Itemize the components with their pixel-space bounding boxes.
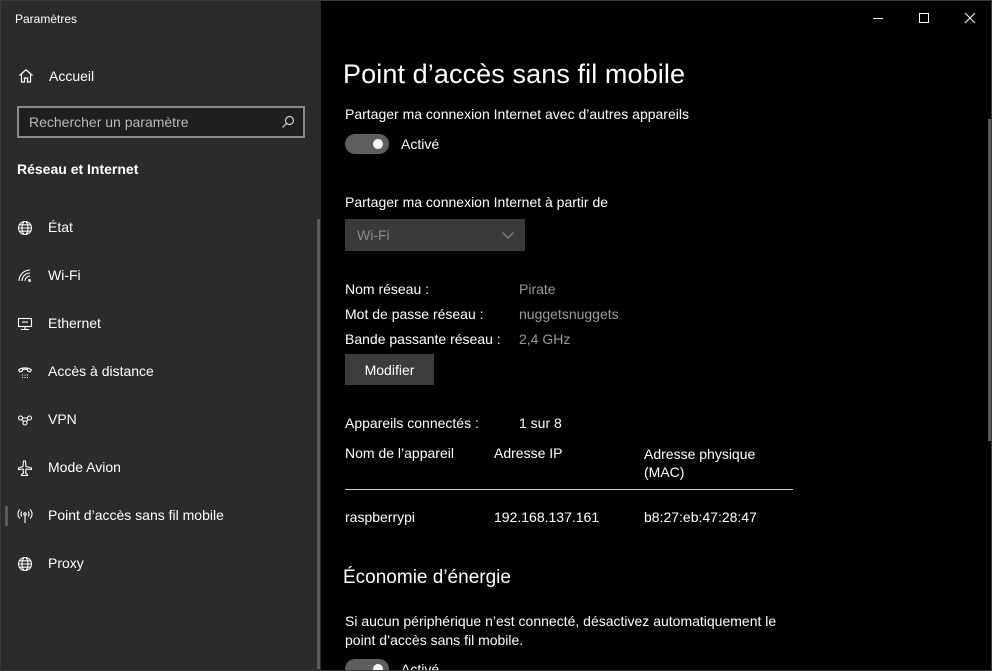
home-icon [19,69,33,83]
share-from-label: Partager ma connexion Internet à partir … [345,194,609,210]
main-scrollbar[interactable] [988,119,991,441]
energy-description: Si aucun périphérique n’est connecté, dé… [345,613,777,648]
globe-icon [17,556,33,572]
sidebar-item-point-acces[interactable]: Point d’accès sans fil mobile [1,496,315,536]
hotspot-icon [17,509,33,523]
sidebar-home-label: Accueil [49,68,95,84]
sidebar-item-ethernet[interactable]: Ethernet [1,304,315,344]
sidebar-item-mode-avion[interactable]: Mode Avion [1,448,315,488]
share-toggle[interactable] [345,134,389,154]
energy-title: Économie d’énergie [343,567,511,588]
sidebar-item-label: État [48,219,73,235]
sidebar-home[interactable]: Accueil [1,59,321,93]
network-name-value: Pirate [519,281,556,297]
device-ip: 192.168.137.161 [494,509,600,525]
share-from-select[interactable]: Wi-Fi [345,219,525,251]
wifi-icon [18,269,31,282]
sidebar-item-label: Wi-Fi [48,267,81,283]
column-header-mac: Adresse physique [644,446,756,462]
search-placeholder: Rechercher un paramètre [29,114,189,130]
sidebar-item-label: Mode Avion [48,459,121,475]
page-title: Point d’accès sans fil mobile [343,59,686,89]
network-name-label: Nom réseau : [345,281,430,297]
settings-window: Paramètres Accueil Rechercher un paramèt… [0,0,992,671]
chevron-down-icon [502,232,514,239]
toggle-knob [373,664,383,670]
section-title: Réseau et Internet [17,161,139,177]
device-name: raspberrypi [345,509,416,525]
column-header-ip: Adresse IP [494,445,563,461]
sidebar-item-label: Ethernet [48,315,101,331]
sidebar-item-label: Accès à distance [48,363,154,379]
devices-label: Appareils connectés : [345,415,479,431]
device-mac: b8:27:eb:47:28:47 [644,509,757,525]
energy-toggle-state: Activé [401,661,440,671]
globe-icon [17,220,33,236]
edit-button[interactable]: Modifier [345,354,434,385]
sidebar-item-label: Point d’accès sans fil mobile [48,507,224,523]
band-label: Bande passante réseau : [345,331,501,347]
column-header-name: Nom de l’appareil [345,445,454,461]
energy-toggle[interactable] [345,659,389,670]
search-icon[interactable] [281,115,295,129]
airplane-icon [17,460,33,476]
vpn-icon [17,415,33,426]
sidebar-item-label: VPN [48,411,77,427]
table-divider [345,489,793,490]
sidebar-item-etat[interactable]: État [1,208,315,248]
devices-value: 1 sur 8 [519,415,562,431]
sidebar-item-acces-distance[interactable]: Accès à distance [1,352,315,392]
sidebar-item-wifi[interactable]: Wi-Fi [1,256,315,296]
sidebar-item-proxy[interactable]: Proxy [1,544,315,584]
share-from-value: Wi-Fi [357,227,390,243]
main-content: Point d’accès sans fil mobile Partager m… [321,1,991,671]
toggle-knob [373,139,383,149]
password-label: Mot de passe réseau : [345,306,484,322]
band-value: 2,4 GHz [519,331,571,347]
share-label: Partager ma connexion Internet avec d’au… [345,106,689,122]
password-value: nuggetsnuggets [519,306,619,322]
search-input[interactable]: Rechercher un paramètre [17,106,305,138]
ethernet-icon [17,317,33,331]
selection-indicator [5,506,8,526]
app-title: Paramètres [15,12,78,26]
sidebar-item-vpn[interactable]: VPN [1,400,315,440]
share-toggle-state: Activé [401,136,440,152]
sidebar-item-label: Proxy [48,555,84,571]
sidebar: Paramètres Accueil Rechercher un paramèt… [1,1,321,670]
sidebar-scrollbar[interactable] [317,219,320,669]
column-header-mac-suffix: (MAC) [644,464,685,480]
dialup-icon [17,367,33,379]
